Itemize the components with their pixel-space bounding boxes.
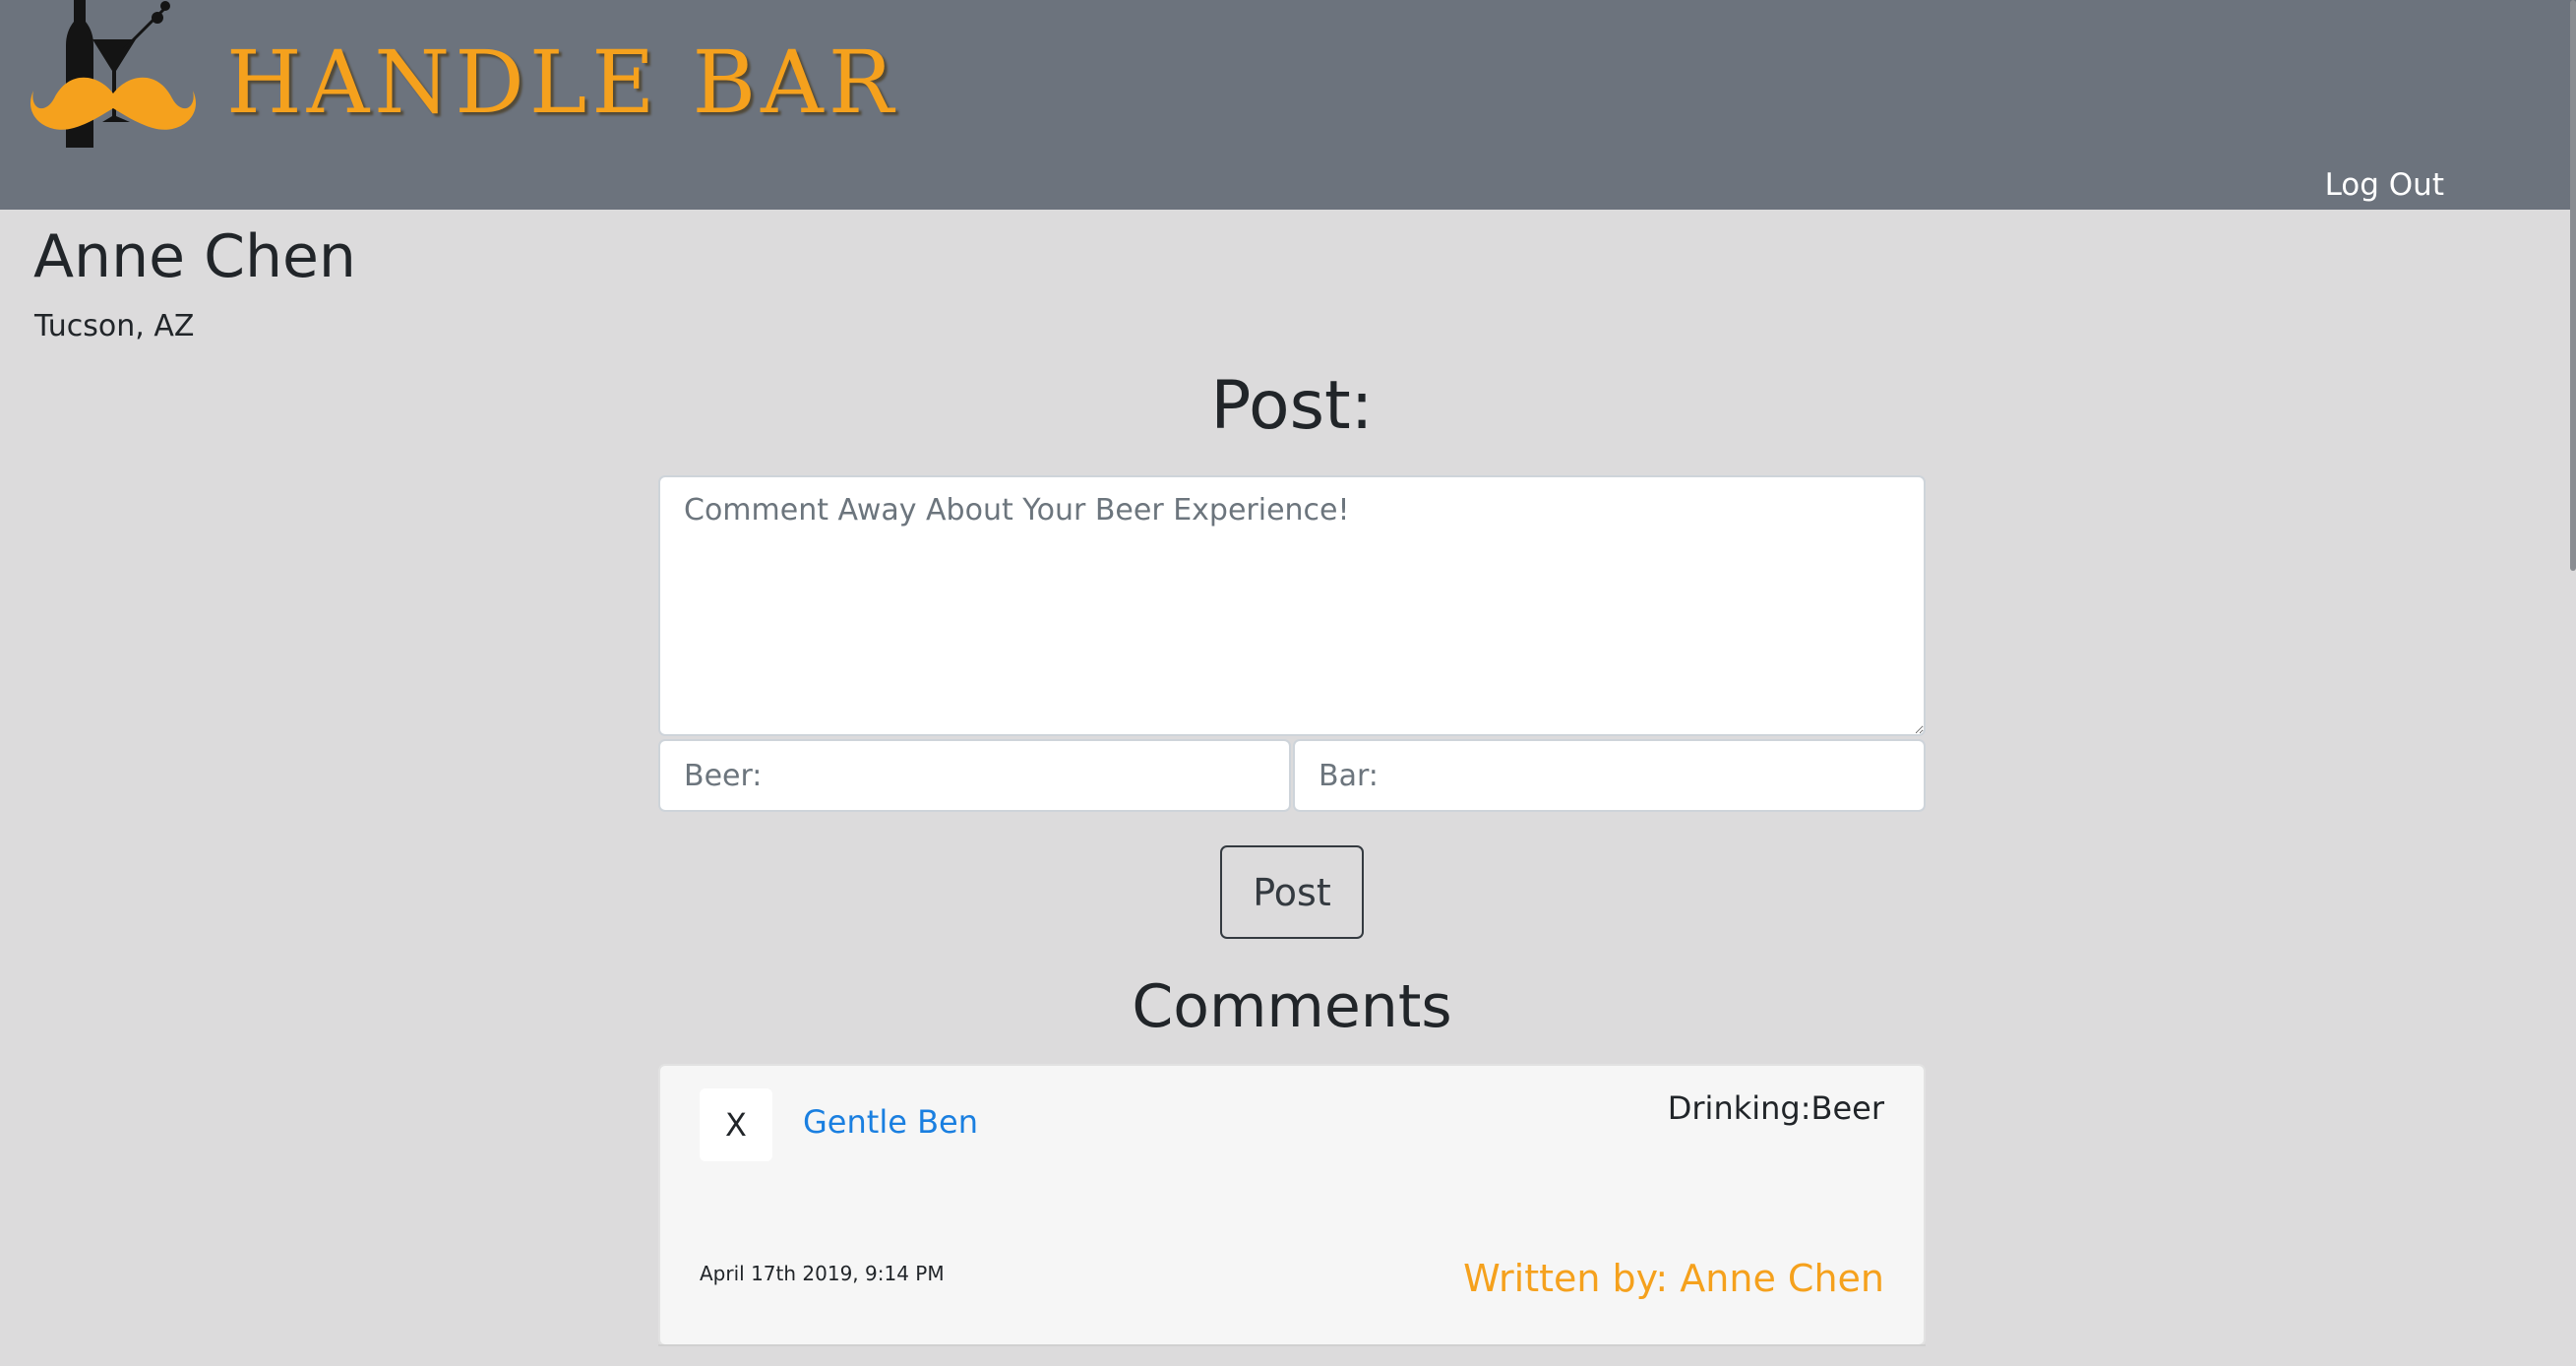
comment-textarea[interactable]: [658, 475, 1926, 736]
comment-timestamp: April 17th 2019, 9:14 PM: [700, 1262, 945, 1285]
mustache-cocktail-logo[interactable]: [30, 0, 197, 153]
drinking-label: Drinking:Beer: [1667, 1089, 1884, 1127]
bar-name-link[interactable]: Gentle Ben: [803, 1103, 978, 1141]
card-divider: [658, 1344, 1926, 1346]
comment-card: X Gentle Ben Drinking:Beer April 17th 20…: [658, 1064, 1926, 1346]
comment-author: Written by: Anne Chen: [1463, 1257, 1884, 1300]
user-name: Anne Chen: [33, 222, 356, 291]
brand-title[interactable]: HANDLE BAR: [226, 39, 898, 126]
comments-title: Comments: [1132, 972, 1452, 1041]
beer-input[interactable]: [658, 739, 1291, 812]
navbar: HANDLE BAR Log Out: [0, 0, 2576, 210]
logout-link[interactable]: Log Out: [2325, 167, 2444, 203]
delete-comment-button[interactable]: X: [700, 1088, 772, 1161]
post-button[interactable]: Post: [1220, 845, 1364, 939]
bar-input[interactable]: [1293, 739, 1926, 812]
user-location: Tucson, AZ: [34, 309, 195, 343]
post-title: Post:: [1210, 367, 1374, 445]
scrollbar-thumb[interactable]: [2570, 0, 2576, 571]
